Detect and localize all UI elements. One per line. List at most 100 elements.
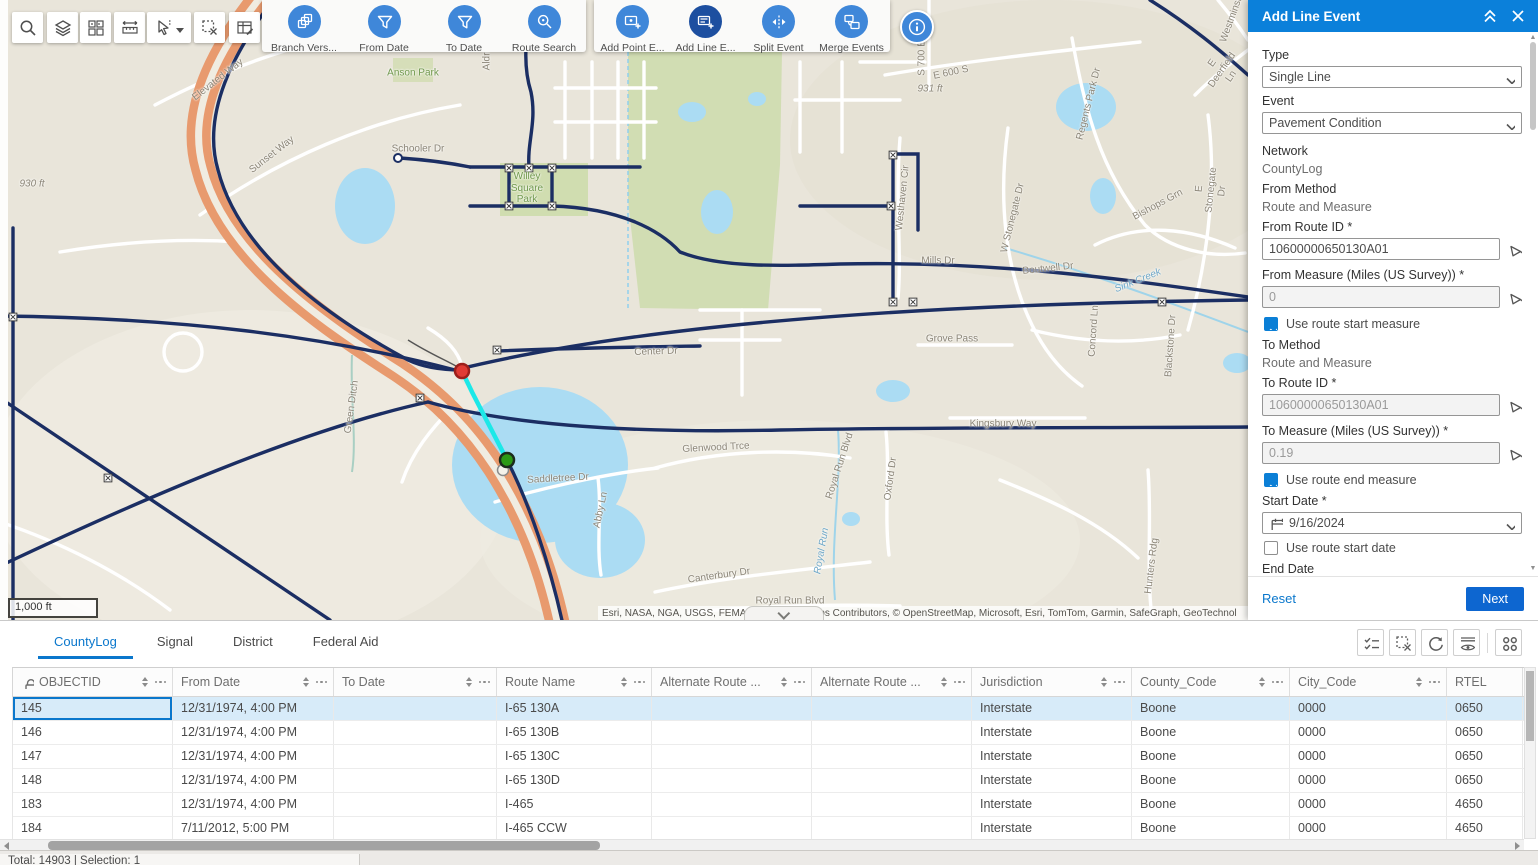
table-cell[interactable]: 183: [13, 793, 173, 816]
table-cell[interactable]: 7/11/2012, 5:00 PM: [173, 817, 334, 839]
use-route-start-date-checkbox[interactable]: [1264, 541, 1278, 555]
table-cell[interactable]: 0000: [1290, 721, 1447, 744]
table-cell[interactable]: 12/31/1974, 4:00 PM: [173, 769, 334, 792]
table-cell[interactable]: [812, 793, 972, 816]
table-cell[interactable]: 0650: [1447, 745, 1523, 768]
table-row[interactable]: 14812/31/1974, 4:00 PMI-65 130DInterstat…: [13, 769, 1524, 793]
table-cell[interactable]: [334, 793, 497, 816]
table-cell[interactable]: 0650: [1447, 697, 1523, 720]
table-cell[interactable]: 0000: [1290, 793, 1447, 816]
tab-signal[interactable]: Signal: [141, 627, 209, 659]
measure-button[interactable]: [114, 12, 145, 43]
pick-route-on-map-icon[interactable]: [1506, 242, 1522, 258]
table-cell[interactable]: 12/31/1974, 4:00 PM: [173, 793, 334, 816]
type-select[interactable]: Single Line: [1262, 66, 1522, 88]
table-cell[interactable]: Boone: [1132, 697, 1290, 720]
tool-add-point-e[interactable]: Add Point E...: [596, 0, 669, 54]
table-cell[interactable]: 4650: [1447, 793, 1523, 816]
table-cell[interactable]: Interstate: [972, 721, 1132, 744]
table-cell[interactable]: [652, 697, 812, 720]
table-cell[interactable]: Boone: [1132, 769, 1290, 792]
column-menu-icon[interactable]: [1272, 681, 1284, 684]
tab-countylog[interactable]: CountyLog: [38, 627, 133, 659]
table-cell[interactable]: 0650: [1447, 721, 1523, 744]
table-cell[interactable]: 12/31/1974, 4:00 PM: [173, 721, 334, 744]
refresh-table-button[interactable]: [1421, 629, 1448, 656]
close-panel-button[interactable]: [1508, 6, 1528, 26]
search-button[interactable]: [12, 12, 43, 43]
table-cell[interactable]: [812, 721, 972, 744]
table-cell[interactable]: [812, 817, 972, 839]
scroll-right-arrow[interactable]: [1515, 842, 1520, 850]
start-date-input[interactable]: 9/16/2024: [1262, 512, 1522, 534]
table-cell[interactable]: 0000: [1290, 745, 1447, 768]
pick-measure-on-map-icon[interactable]: [1506, 290, 1522, 306]
tool-to-date[interactable]: To Date: [424, 0, 504, 54]
tool-branch-vers[interactable]: Branch Vers...: [264, 0, 344, 54]
table-cell[interactable]: I-65 130D: [497, 769, 652, 792]
sort-icon[interactable]: [621, 677, 627, 687]
sort-icon[interactable]: [941, 677, 947, 687]
table-cell[interactable]: Boone: [1132, 721, 1290, 744]
table-cell[interactable]: Interstate: [972, 769, 1132, 792]
column-header-objectid[interactable]: OBJECTID: [13, 668, 173, 696]
column-header-jurisdiction[interactable]: Jurisdiction: [972, 668, 1132, 696]
table-cell[interactable]: [334, 817, 497, 839]
to-measure-marker[interactable]: [500, 453, 514, 467]
table-cell[interactable]: Interstate: [972, 745, 1132, 768]
column-menu-icon[interactable]: [316, 681, 328, 684]
layers-button[interactable]: [47, 12, 78, 43]
table-cell[interactable]: 145: [13, 697, 173, 720]
table-cell[interactable]: 146: [13, 721, 173, 744]
table-cell[interactable]: I-65 130B: [497, 721, 652, 744]
table-cell[interactable]: [652, 793, 812, 816]
panel-scrollbar[interactable]: ▲▼: [1529, 36, 1537, 611]
sort-icon[interactable]: [142, 677, 148, 687]
column-menu-icon[interactable]: [155, 681, 167, 684]
table-cell[interactable]: Interstate: [972, 697, 1132, 720]
clear-selection-button[interactable]: [194, 12, 225, 43]
column-menu-icon[interactable]: [479, 681, 491, 684]
table-cell[interactable]: [334, 721, 497, 744]
column-header-rtel[interactable]: RTEL: [1447, 668, 1523, 696]
table-cell[interactable]: [334, 745, 497, 768]
table-row[interactable]: 1847/11/2012, 5:00 PMI-465 CCWInterstate…: [13, 817, 1524, 839]
table-cell[interactable]: 0000: [1290, 769, 1447, 792]
table-cell[interactable]: [812, 697, 972, 720]
column-header-city-code[interactable]: City_Code: [1290, 668, 1447, 696]
column-header-alternate-route[interactable]: Alternate Route ...: [652, 668, 812, 696]
from-route-id-input[interactable]: 10600000650130A01: [1262, 238, 1500, 260]
table-cell[interactable]: 0000: [1290, 697, 1447, 720]
tab-district[interactable]: District: [217, 627, 289, 659]
table-cell[interactable]: Boone: [1132, 817, 1290, 839]
pick-route-on-map-icon[interactable]: [1506, 398, 1522, 414]
column-menu-icon[interactable]: [1114, 681, 1126, 684]
table-cell[interactable]: I-65 130C: [497, 745, 652, 768]
sort-icon[interactable]: [1259, 677, 1265, 687]
table-row[interactable]: 14512/31/1974, 4:00 PMI-65 130AInterstat…: [13, 697, 1524, 721]
next-button[interactable]: Next: [1466, 587, 1524, 611]
tab-federal-aid[interactable]: Federal Aid: [297, 627, 395, 659]
table-cell[interactable]: I-465: [497, 793, 652, 816]
table-cell[interactable]: [652, 769, 812, 792]
sort-icon[interactable]: [1101, 677, 1107, 687]
table-cell[interactable]: Boone: [1132, 793, 1290, 816]
table-cell[interactable]: [812, 769, 972, 792]
attribute-editor-button[interactable]: [229, 12, 260, 43]
info-button[interactable]: [900, 10, 934, 44]
column-menu-icon[interactable]: [634, 681, 646, 684]
tool-route-search[interactable]: Route Search: [504, 0, 584, 54]
data-grid-button[interactable]: [80, 12, 111, 43]
table-cell[interactable]: Interstate: [972, 793, 1132, 816]
column-header-to-date[interactable]: To Date: [334, 668, 497, 696]
column-header-alternate-route[interactable]: Alternate Route ...: [812, 668, 972, 696]
tool-add-line-e[interactable]: Add Line E...: [669, 0, 742, 54]
table-row[interactable]: 14612/31/1974, 4:00 PM I-65 130B Interstat…: [13, 721, 1524, 745]
event-select[interactable]: Pavement Condition: [1262, 112, 1522, 134]
table-cell[interactable]: 12/31/1974, 4:00 PM: [173, 697, 334, 720]
scrollbar-thumb[interactable]: [48, 841, 600, 850]
table-cell[interactable]: [652, 721, 812, 744]
pick-measure-on-map-icon[interactable]: [1506, 446, 1522, 462]
table-cell[interactable]: Boone: [1132, 745, 1290, 768]
scroll-left-arrow[interactable]: [4, 842, 9, 850]
